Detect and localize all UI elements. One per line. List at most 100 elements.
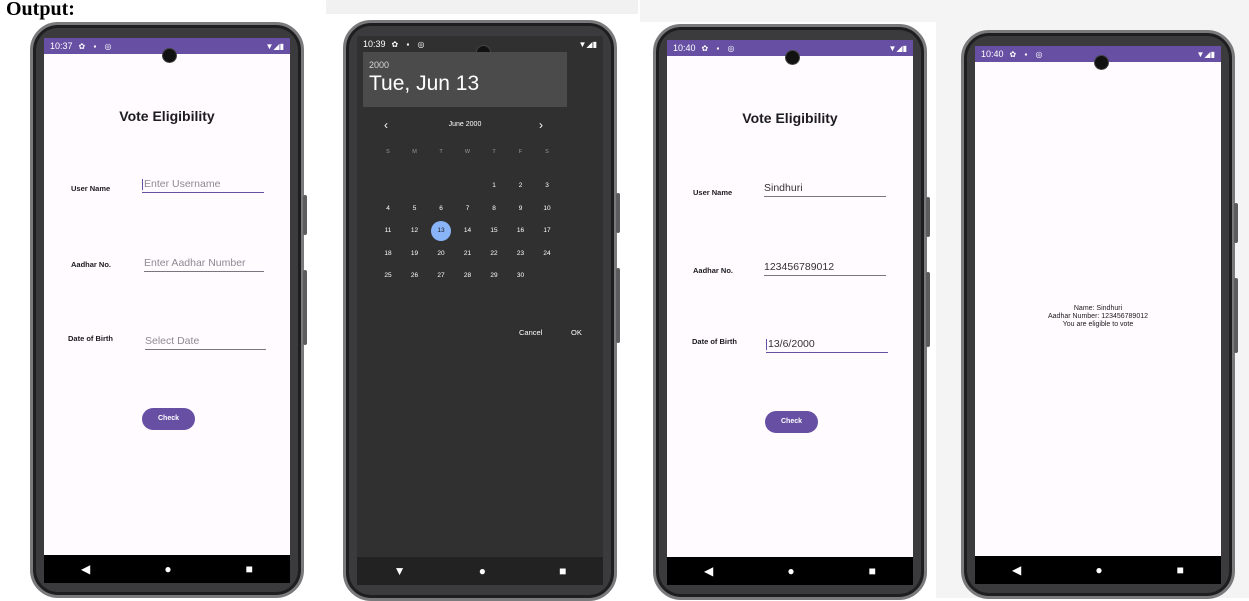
calendar-day[interactable]: 12	[405, 221, 425, 241]
camera-icon	[162, 48, 177, 63]
calendar-day[interactable]: 3	[537, 176, 557, 196]
username-field[interactable]: Enter Username	[142, 178, 264, 193]
cancel-button[interactable]: Cancel	[519, 328, 542, 337]
aadhar-field[interactable]: 123456789012	[764, 261, 886, 276]
calendar-day[interactable]: 20	[431, 244, 451, 264]
aadhar-label: Aadhar No.	[71, 260, 112, 269]
next-month-button[interactable]: ›	[539, 118, 543, 132]
back-icon[interactable]: ◀	[81, 562, 90, 576]
back-icon[interactable]: ◀	[1012, 563, 1021, 577]
weekday-label: W	[464, 149, 471, 155]
username-placeholder: Enter Username	[144, 178, 221, 190]
status-time: 10:37	[50, 41, 73, 51]
back-icon[interactable]: ▼	[394, 564, 406, 578]
camera-icon	[785, 50, 800, 65]
date-picker-screen: 10:39 ✿ ▪ ◎ ▼◢▮ 2000 Tue, Jun 13 ‹ June …	[357, 36, 603, 585]
username-label: User Name	[693, 188, 733, 197]
calendar-day[interactable]: 26	[405, 266, 425, 286]
background-panel	[326, 0, 638, 14]
calendar-day[interactable]: 15	[484, 221, 504, 241]
calendar-day[interactable]: 14	[458, 221, 478, 241]
selected-day[interactable]: 13	[431, 221, 451, 241]
ok-button[interactable]: OK	[571, 328, 582, 337]
dob-label: Date of Birth	[692, 337, 737, 346]
calendar-day[interactable]: 7	[458, 199, 478, 219]
dob-field[interactable]: 13/6/2000	[766, 338, 888, 353]
home-icon[interactable]: ●	[164, 562, 171, 576]
status-icons: ✿ ▪ ◎	[701, 43, 738, 53]
calendar-day[interactable]: 19	[405, 244, 425, 264]
navigation-bar: ▼ ● ■	[357, 557, 603, 585]
navigation-bar: ◀ ● ■	[667, 557, 913, 585]
status-icons: ✿ ▪ ◎	[391, 39, 428, 49]
calendar-day[interactable]: 28	[458, 266, 478, 286]
calendar-day[interactable]: 24	[537, 244, 557, 264]
calendar-day[interactable]: 22	[484, 244, 504, 264]
back-icon[interactable]: ◀	[704, 564, 713, 578]
status-time: 10:40	[673, 43, 696, 53]
recents-icon[interactable]: ■	[1177, 563, 1184, 577]
home-icon[interactable]: ●	[479, 564, 486, 578]
recents-icon[interactable]: ■	[869, 564, 876, 578]
date-picker-header: 2000 Tue, Jun 13	[363, 52, 567, 107]
calendar-day[interactable]: 10	[537, 199, 557, 219]
app-screen: 10:37 ✿ ▪ ◎ ▼◢▮ Vote Eligibility User Na…	[44, 38, 290, 583]
dob-field[interactable]: Select Date	[145, 335, 266, 350]
camera-icon	[1094, 55, 1109, 70]
navigation-bar: ◀ ● ■	[44, 555, 290, 583]
phone-frame-4: 10:40 ✿ ▪ ◎ ▼◢▮ Name: Sindhuri Aadhar Nu…	[961, 30, 1238, 599]
calendar-day[interactable]: 9	[511, 199, 531, 219]
dob-label: Date of Birth	[68, 334, 113, 343]
calendar-day[interactable]: 29	[484, 266, 504, 286]
calendar-day[interactable]: 30	[511, 266, 531, 286]
weekday-label: S	[545, 149, 549, 155]
app-screen: 10:40 ✿ ▪ ◎ ▼◢▮ Vote Eligibility User Na…	[667, 40, 913, 585]
signal-battery-icon: ▼◢▮	[888, 43, 907, 53]
calendar-day[interactable]: 23	[511, 244, 531, 264]
home-icon[interactable]: ●	[1095, 563, 1102, 577]
signal-battery-icon: ▼◢▮	[1196, 49, 1215, 59]
volume-button	[1234, 278, 1238, 353]
page-title: Vote Eligibility	[742, 110, 838, 126]
recents-icon[interactable]: ■	[246, 562, 253, 576]
dob-value: 13/6/2000	[768, 338, 815, 350]
phone-frame-3: 10:40 ✿ ▪ ◎ ▼◢▮ Vote Eligibility User Na…	[653, 24, 930, 600]
calendar-day[interactable]: 2	[511, 176, 531, 196]
result-name: Name: Sindhuri	[1073, 305, 1123, 312]
phone-frame-2: 10:39 ✿ ▪ ◎ ▼◢▮ 2000 Tue, Jun 13 ‹ June …	[343, 20, 620, 601]
check-button[interactable]: Check	[142, 408, 195, 430]
calendar-day[interactable]: 21	[458, 244, 478, 264]
output-heading: Output:	[6, 0, 75, 20]
calendar-day[interactable]: 27	[431, 266, 451, 286]
signal-battery-icon: ▼◢▮	[265, 41, 284, 51]
aadhar-label: Aadhar No.	[693, 266, 734, 275]
check-button[interactable]: Check	[765, 411, 818, 433]
status-time: 10:40	[981, 49, 1004, 59]
signal-battery-icon: ▼◢▮	[578, 39, 597, 49]
calendar-day[interactable]: 5	[405, 199, 425, 219]
calendar-day[interactable]: 16	[511, 221, 531, 241]
calendar-day[interactable]: 18	[378, 244, 398, 264]
weekday-label: S	[386, 149, 390, 155]
phone-frame-1: 10:37 ✿ ▪ ◎ ▼◢▮ Vote Eligibility User Na…	[30, 22, 307, 598]
username-label: User Name	[71, 184, 111, 193]
calendar-day[interactable]: 17	[537, 221, 557, 241]
calendar-day[interactable]: 8	[484, 199, 504, 219]
recents-icon[interactable]: ■	[559, 564, 566, 578]
home-icon[interactable]: ●	[787, 564, 794, 578]
text-cursor	[142, 178, 143, 190]
power-button	[926, 272, 930, 347]
calendar-day[interactable]: 11	[378, 221, 398, 241]
selected-year[interactable]: 2000	[369, 60, 389, 70]
weekday-label: F	[518, 149, 523, 155]
calendar-day[interactable]: 25	[378, 266, 398, 286]
calendar-day[interactable]: 4	[378, 199, 398, 219]
background-panel	[640, 0, 936, 22]
status-icons: ✿ ▪ ◎	[1009, 49, 1046, 59]
aadhar-field[interactable]: Enter Aadhar Number	[144, 257, 264, 272]
selected-date: Tue, Jun 13	[369, 72, 480, 95]
calendar-day[interactable]: 1	[484, 176, 504, 196]
calendar-day[interactable]: 6	[431, 199, 451, 219]
volume-button	[303, 195, 307, 235]
username-field[interactable]: Sindhuri	[764, 182, 886, 197]
